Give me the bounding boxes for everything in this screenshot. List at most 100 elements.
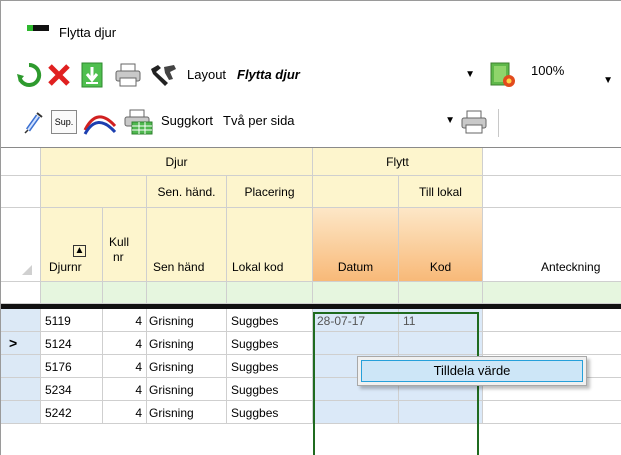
toolbar-secondary: Sup. Suggkort Två per sida ▼ [1, 101, 621, 143]
row-header[interactable] [1, 309, 41, 332]
syringe-icon[interactable] [23, 109, 45, 135]
title-bar: Flytta djur [1, 1, 621, 47]
tools-icon[interactable] [147, 61, 179, 89]
cell-sen-hand[interactable]: Grisning [147, 309, 227, 332]
zoom-combo[interactable]: 100% ▼ [531, 60, 613, 86]
cell-lokal-kod[interactable]: Suggbes [227, 378, 313, 401]
cell-datum[interactable] [313, 401, 399, 424]
group-header-djur-label: Djur [165, 155, 188, 169]
column-header-kull[interactable]: Kull nr [103, 208, 147, 282]
filter-kull[interactable] [103, 282, 147, 304]
cell-datum[interactable] [313, 332, 399, 355]
download-icon[interactable] [79, 61, 105, 89]
cell-djurnr[interactable]: 5124 [41, 332, 103, 355]
chevron-down-icon: ▼ [465, 69, 475, 80]
filter-datum[interactable] [313, 282, 399, 304]
cell-kod[interactable] [399, 401, 483, 424]
subheader-placering: Placering [227, 176, 313, 208]
filter-kod[interactable] [399, 282, 483, 304]
filter-lokal-kod[interactable] [227, 282, 313, 304]
chevron-down-icon: ▼ [603, 75, 613, 86]
cell-kull[interactable]: 4 [103, 401, 147, 424]
app-icon [27, 25, 49, 31]
cell-kull[interactable]: 4 [103, 309, 147, 332]
cell-djurnr-value: 5234 [45, 383, 72, 397]
column-header-lokal-kod[interactable]: Lokal kod [227, 208, 313, 282]
cell-anteckning[interactable] [483, 332, 621, 355]
sup-button[interactable]: Sup. [51, 110, 77, 134]
cell-datum[interactable]: 28-07-17 [313, 309, 399, 332]
column-header-anteckning-label: Anteckning [541, 260, 601, 274]
cell-kull[interactable]: 4 [103, 332, 147, 355]
column-header-lokal-kod-label: Lokal kod [232, 260, 284, 274]
row-header[interactable] [1, 401, 41, 424]
cell-sen-hand-value: Grisning [149, 383, 194, 397]
filter-djurnr[interactable] [41, 282, 103, 304]
cell-sen-hand-value: Grisning [149, 314, 194, 328]
column-header-sen-hand[interactable]: Sen händ [147, 208, 227, 282]
cell-kull[interactable]: 4 [103, 378, 147, 401]
column-header-kod[interactable]: Kod [399, 208, 483, 282]
print-card-icon[interactable] [121, 108, 155, 136]
cell-sen-hand[interactable]: Grisning [147, 378, 227, 401]
delete-icon[interactable] [45, 61, 73, 89]
filter-sen-hand[interactable] [147, 282, 227, 304]
cell-sen-hand[interactable]: Grisning [147, 401, 227, 424]
layout-settings-icon[interactable] [487, 59, 519, 91]
cell-kull[interactable]: 4 [103, 355, 147, 378]
menu-item-tilldela-varde[interactable]: Tilldela värde [361, 360, 583, 382]
cell-djurnr[interactable]: 5119 [41, 309, 103, 332]
cell-djurnr[interactable]: 5242 [41, 401, 103, 424]
cell-lokal-kod-value: Suggbes [231, 383, 279, 397]
layout-combo-value: Flytta djur [237, 67, 300, 82]
card-label: Suggkort [161, 113, 214, 128]
column-header-anteckning[interactable]: Anteckning [483, 208, 621, 282]
cell-djurnr[interactable]: 5176 [41, 355, 103, 378]
cell-djurnr-value: 5242 [45, 406, 72, 420]
app-window: Flytta djur Layout Flytta djur ▼ 100% ▼ … [0, 0, 621, 455]
cell-lokal-kod[interactable]: Suggbes [227, 355, 313, 378]
cell-djurnr-value: 5119 [45, 314, 71, 328]
subheader-sen-hand: Sen. händ. [147, 176, 227, 208]
cell-anteckning[interactable] [483, 309, 621, 332]
context-menu: Tilldela värde [357, 356, 587, 386]
resize-grip-icon [22, 265, 32, 275]
printer-icon[interactable] [459, 108, 489, 136]
cell-lokal-kod[interactable]: Suggbes [227, 309, 313, 332]
cell-sen-hand-value: Grisning [149, 360, 194, 374]
filter-anteckning[interactable] [483, 282, 621, 304]
cell-sen-hand-value: Grisning [149, 406, 194, 420]
cell-lokal-kod[interactable]: Suggbes [227, 401, 313, 424]
card-combo[interactable]: Två per sida ▼ [223, 110, 455, 132]
cell-djurnr-value: 5124 [45, 337, 72, 351]
row-header[interactable] [1, 355, 41, 378]
cell-sen-hand-value: Grisning [149, 337, 194, 351]
column-header-djurnr[interactable]: ▲ Djurnr [41, 208, 103, 282]
column-header-djurnr-label: Djurnr [49, 260, 82, 274]
layout-combo[interactable]: Flytta djur ▼ [237, 64, 475, 86]
cell-sen-hand[interactable]: Grisning [147, 332, 227, 355]
group-header-flytt: Flytt [313, 148, 483, 176]
cell-lokal-kod-value: Suggbes [231, 314, 279, 328]
row-header[interactable] [1, 378, 41, 401]
refresh-icon[interactable] [15, 61, 43, 89]
cell-lokal-kod[interactable]: Suggbes [227, 332, 313, 355]
group-header-djur: Djur [41, 148, 313, 176]
cell-kod[interactable]: 11 [399, 309, 483, 332]
row-header[interactable]: > [1, 332, 41, 355]
cell-djurnr[interactable]: 5234 [41, 378, 103, 401]
column-header-datum[interactable]: Datum [313, 208, 399, 282]
column-header-datum-label: Datum [337, 260, 374, 274]
cell-sen-hand[interactable]: Grisning [147, 355, 227, 378]
column-header-sen-hand-label: Sen händ [153, 260, 205, 274]
cell-kod-value: 11 [403, 314, 416, 328]
cell-anteckning[interactable] [483, 401, 621, 424]
curve-chart-icon[interactable] [83, 108, 117, 136]
card-combo-value: Två per sida [223, 113, 295, 128]
toolbar-main: Layout Flytta djur ▼ 100% ▼ [1, 57, 621, 93]
subheader-till-lokal-label: Till lokal [419, 185, 462, 199]
printer-icon[interactable] [113, 61, 143, 89]
group-header-flytt-label: Flytt [386, 155, 409, 169]
zoom-value: 100% [531, 63, 565, 78]
cell-kod[interactable] [399, 332, 483, 355]
